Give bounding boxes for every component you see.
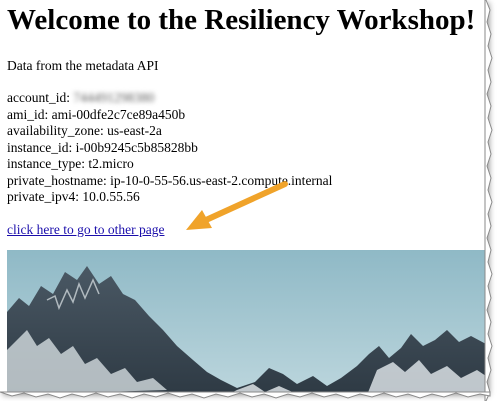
mountain-image: [7, 250, 486, 392]
metadata-value: i-00b9245c5b85828bb: [75, 139, 198, 155]
metadata-value: us-east-2a: [107, 123, 162, 138]
browser-page: Welcome to the Resiliency Workshop! Data…: [0, 0, 486, 392]
metadata-value: 10.0.55.56: [82, 189, 140, 204]
metadata-key: availability_zone:: [7, 123, 104, 138]
metadata-key: instance_id:: [7, 139, 73, 155]
mountain-photo: [7, 250, 486, 392]
metadata-key: ami_id:: [7, 106, 49, 122]
metadata-value: ami-00dfe2c7ce89a450b: [51, 106, 186, 122]
other-page-link[interactable]: click here to go to other page: [7, 222, 164, 237]
metadata-row: availability_zone: us-east-2a: [7, 123, 482, 140]
metadata-value-redacted: 744491298380: [73, 90, 155, 105]
metadata-row: ami_id: ami-00dfe2c7ce89a450b: [7, 107, 482, 124]
metadata-key: account_id:: [7, 90, 70, 105]
metadata-key: instance_type:: [7, 156, 85, 171]
screenshot-frame: Welcome to the Resiliency Workshop! Data…: [0, 0, 500, 401]
metadata-row: instance_type: t2.micro: [7, 156, 482, 173]
metadata-row: instance_id: i-00b9245c5b85828bb: [7, 140, 482, 157]
metadata-key: private_ipv4:: [7, 189, 79, 204]
metadata-subtitle: Data from the metadata API: [7, 58, 159, 73]
metadata-key: private_hostname:: [7, 172, 107, 188]
metadata-value: t2.micro: [88, 156, 134, 171]
metadata-row: account_id: 744491298380: [7, 90, 482, 107]
page-title: Welcome to the Resiliency Workshop!: [7, 4, 476, 36]
torn-bottom-edge: [0, 391, 491, 399]
torn-right-edge: [484, 0, 493, 401]
arrow-icon: [186, 181, 288, 230]
